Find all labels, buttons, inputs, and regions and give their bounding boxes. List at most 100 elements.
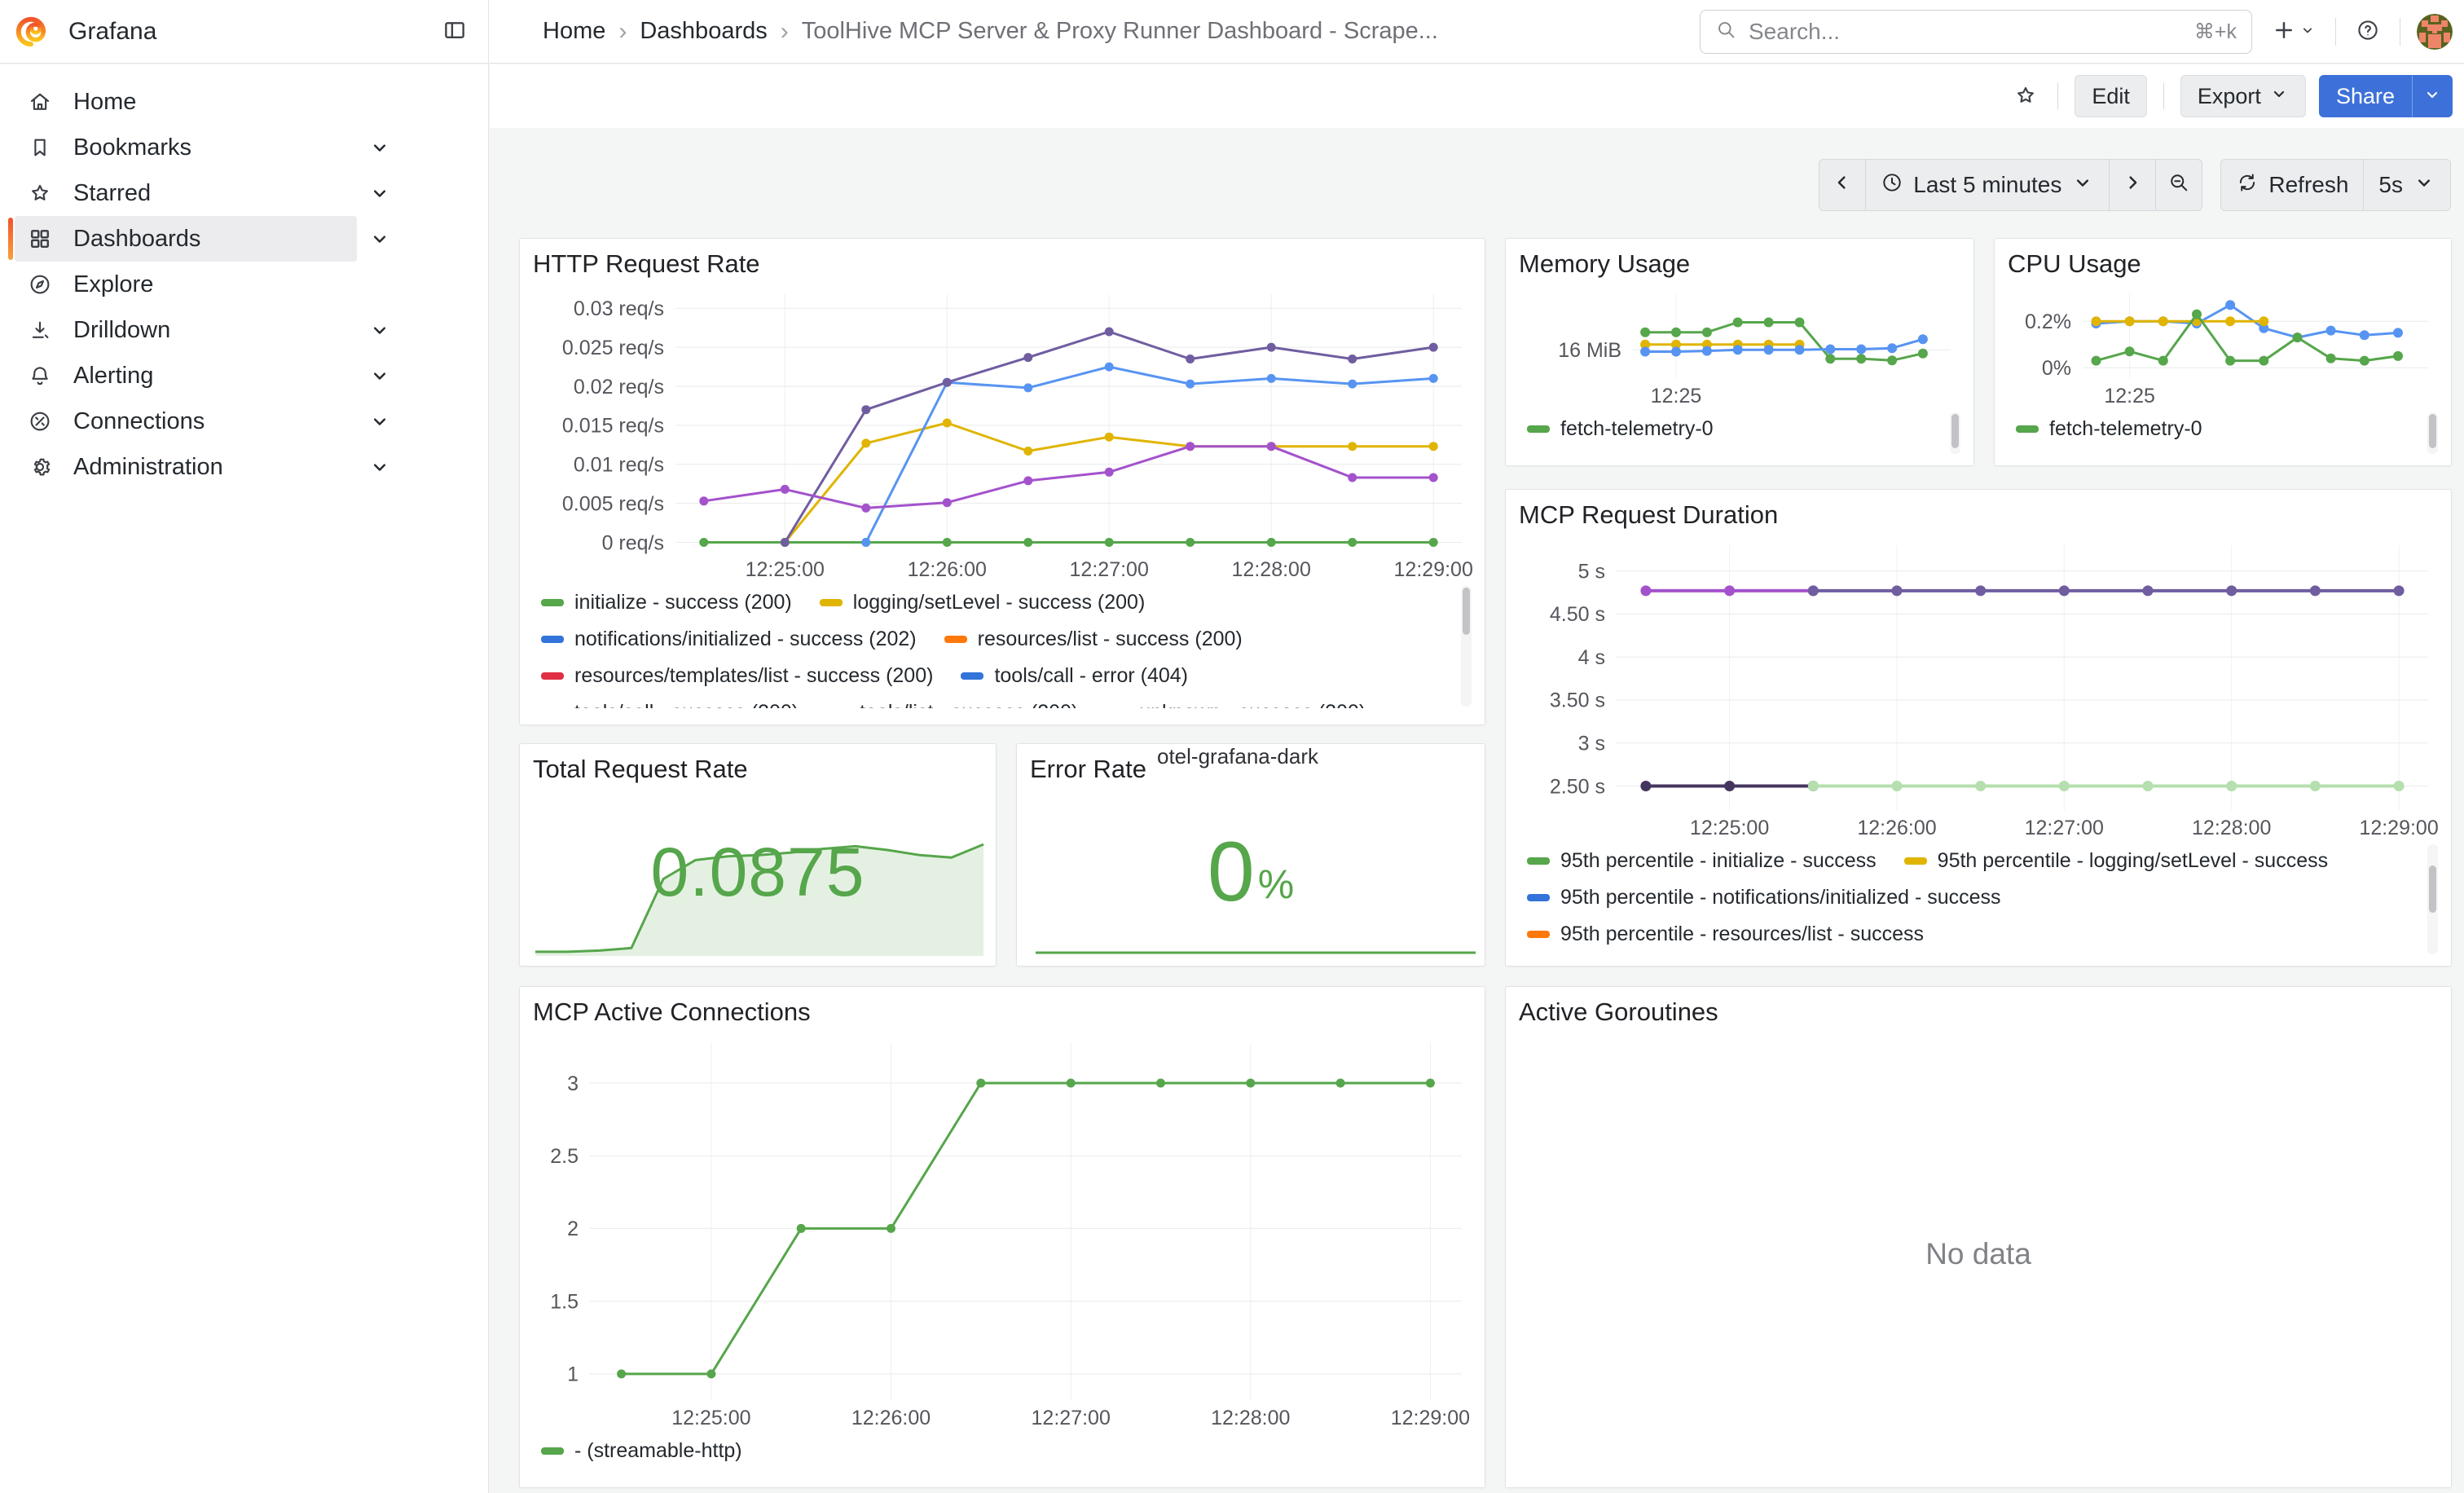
mcp-request-duration-chart[interactable]: 2.50 s3 s3.50 s4 s4.50 s5 s12:25:0012:26…: [1519, 534, 2438, 841]
chevron-right-icon: [2121, 171, 2144, 200]
legend-scrollbar[interactable]: [2427, 844, 2438, 954]
memory-usage-chart[interactable]: 16 MiB12:25: [1519, 282, 1960, 409]
share-button[interactable]: Share: [2319, 75, 2412, 117]
panel-title[interactable]: HTTP Request Rate: [533, 247, 1472, 283]
sidebar-item-explore[interactable]: Explore: [15, 262, 357, 307]
legend-scrollbar[interactable]: [1461, 586, 1472, 707]
legend-label: 95th percentile - initialize - success: [1560, 849, 1877, 873]
svg-text:12:28:00: 12:28:00: [1232, 558, 1311, 581]
svg-text:12:27:00: 12:27:00: [2025, 817, 2104, 839]
edit-button[interactable]: Edit: [2075, 75, 2147, 117]
chevron-down-icon[interactable]: [368, 182, 391, 205]
sidebar-item-bookmarks[interactable]: Bookmarks: [15, 125, 357, 170]
time-shift-back-button[interactable]: [1819, 160, 1865, 210]
refresh-button[interactable]: Refresh: [2221, 160, 2363, 210]
sidebar-item-connections[interactable]: Connections: [15, 399, 357, 444]
panel-total-request-rate: Total Request Rate 0.0875: [519, 743, 997, 967]
legend-item[interactable]: tools/call - success (200): [541, 701, 799, 708]
export-button-label: Export: [2198, 84, 2261, 109]
legend-item[interactable]: tools/call - error (404): [961, 664, 1188, 688]
panel-title[interactable]: MCP Request Duration: [1519, 498, 2438, 534]
sidebar-item-administration[interactable]: Administration: [15, 444, 357, 490]
legend-item[interactable]: tools/list - success (200): [826, 701, 1078, 708]
svg-text:12:29:00: 12:29:00: [2359, 817, 2438, 839]
legend-label: resources/templates/list - success (200): [574, 664, 933, 688]
breadcrumb-link-home[interactable]: Home: [543, 18, 605, 45]
error-rate-stat: 0 %: [1030, 788, 1472, 956]
add-button[interactable]: [2268, 15, 2319, 48]
chevron-down-icon[interactable]: [368, 364, 391, 387]
legend-item[interactable]: resources/templates/list - success (200): [541, 664, 933, 688]
svg-text:12:25:00: 12:25:00: [1690, 817, 1769, 839]
chevron-down-icon[interactable]: [368, 319, 391, 341]
favorite-star-button[interactable]: [2010, 80, 2041, 113]
chevron-down-icon: [2422, 85, 2442, 108]
legend-item[interactable]: 95th percentile - notifications/initiali…: [1527, 886, 2001, 909]
refresh-interval-picker[interactable]: 5s: [2363, 160, 2450, 210]
zoom-out-icon: [2167, 171, 2190, 200]
panel-title[interactable]: Active Goroutines: [1519, 995, 2438, 1031]
help-button[interactable]: [2352, 15, 2383, 48]
legend-row: resources/templates/list - success (200)…: [541, 658, 1472, 694]
dashboard-content: Last 5 minutes Refresh 5s: [490, 128, 2464, 1493]
http-chart-legend: initialize - success (200) logging/setLev…: [533, 584, 1472, 708]
time-shift-forward-button[interactable]: [2109, 160, 2155, 210]
legend-scrollbar[interactable]: [2427, 412, 2438, 454]
drilldown-icon: [28, 318, 55, 342]
divider: [2163, 83, 2164, 109]
zoom-out-time-button[interactable]: [2155, 160, 2202, 210]
svg-text:0.015 req/s: 0.015 req/s: [562, 415, 664, 438]
legend-item[interactable]: logging/setLevel - success (200): [820, 591, 1146, 614]
total-request-rate-stat: 0.0875: [533, 788, 983, 956]
share-menu-button[interactable]: [2412, 75, 2453, 117]
user-avatar[interactable]: [2417, 14, 2453, 50]
legend-swatch-icon: [541, 672, 564, 680]
cpu-usage-chart[interactable]: 0.2%0%12:25: [2008, 282, 2438, 409]
sidebar-item-dashboards[interactable]: Dashboards: [15, 216, 357, 262]
memory-chart-legend: fetch-telemetry-0: [1519, 411, 1960, 456]
panel-title[interactable]: CPU Usage: [2008, 247, 2438, 282]
chevron-down-icon[interactable]: [368, 456, 391, 478]
legend-item[interactable]: initialize - success (200): [541, 591, 792, 614]
legend-item[interactable]: unknown - success (200): [1106, 701, 1366, 708]
legend-swatch-icon: [1904, 857, 1927, 865]
legend-item[interactable]: resources/list - success (200): [944, 628, 1243, 651]
chevron-down-icon[interactable]: [368, 227, 391, 250]
svg-text:12:25:00: 12:25:00: [746, 558, 825, 581]
mcp-active-connections-chart[interactable]: 11.522.5312:25:0012:26:0012:27:0012:28:0…: [533, 1031, 1472, 1431]
brand-section: Grafana: [0, 0, 489, 63]
legend-swatch-icon: [541, 636, 564, 643]
legend-scrollbar[interactable]: [1950, 412, 1960, 454]
http-request-rate-chart[interactable]: 0 req/s0.005 req/s0.01 req/s0.015 req/s0…: [533, 283, 1472, 583]
legend-item[interactable]: notifications/initialized - success (202…: [541, 628, 917, 651]
error-rate-sparkline: [1035, 945, 1476, 954]
sidebar-item-starred[interactable]: Starred: [15, 170, 357, 216]
panel-mcp-active-connections: MCP Active Connections 11.522.5312:25:00…: [519, 986, 1485, 1488]
chevron-down-icon: [2299, 22, 2316, 41]
legend-item[interactable]: fetch-telemetry-0: [1527, 417, 1714, 441]
search-input[interactable]: Search... ⌘+k: [1700, 10, 2252, 54]
legend-item[interactable]: - (streamable-http): [541, 1439, 742, 1463]
panel-title[interactable]: Total Request Rate: [533, 752, 983, 788]
legend-item[interactable]: fetch-telemetry-0: [2016, 417, 2202, 441]
legend-item[interactable]: 95th percentile - logging/setLevel - suc…: [1904, 849, 2328, 873]
svg-text:5 s: 5 s: [1578, 560, 1605, 583]
chevron-down-icon[interactable]: [368, 410, 391, 433]
sidebar-toggle-button[interactable]: [439, 15, 470, 48]
panel-toggle-icon: [442, 18, 467, 45]
panel-title[interactable]: Memory Usage: [1519, 247, 1960, 282]
panel-title[interactable]: MCP Active Connections: [533, 995, 1472, 1031]
export-button[interactable]: Export: [2180, 75, 2306, 117]
panel-active-goroutines: Active Goroutines No data: [1505, 986, 2452, 1488]
sidebar-item-drilldown[interactable]: Drilldown: [15, 307, 357, 353]
sidebar-item-alerting[interactable]: Alerting: [15, 353, 357, 399]
time-range-picker[interactable]: Last 5 minutes: [1865, 160, 2109, 210]
legend-item[interactable]: 95th percentile - resources/list - succe…: [1527, 923, 1924, 946]
breadcrumb-link-dashboards[interactable]: Dashboards: [640, 18, 767, 45]
legend-swatch-icon: [1527, 894, 1550, 901]
sidebar-item-home[interactable]: Home: [15, 79, 357, 125]
chevron-down-icon[interactable]: [368, 136, 391, 159]
breadcrumb-separator: ›: [618, 18, 627, 46]
sidebar-item-label: Explore: [73, 271, 153, 298]
legend-item[interactable]: 95th percentile - initialize - success: [1527, 849, 1877, 873]
